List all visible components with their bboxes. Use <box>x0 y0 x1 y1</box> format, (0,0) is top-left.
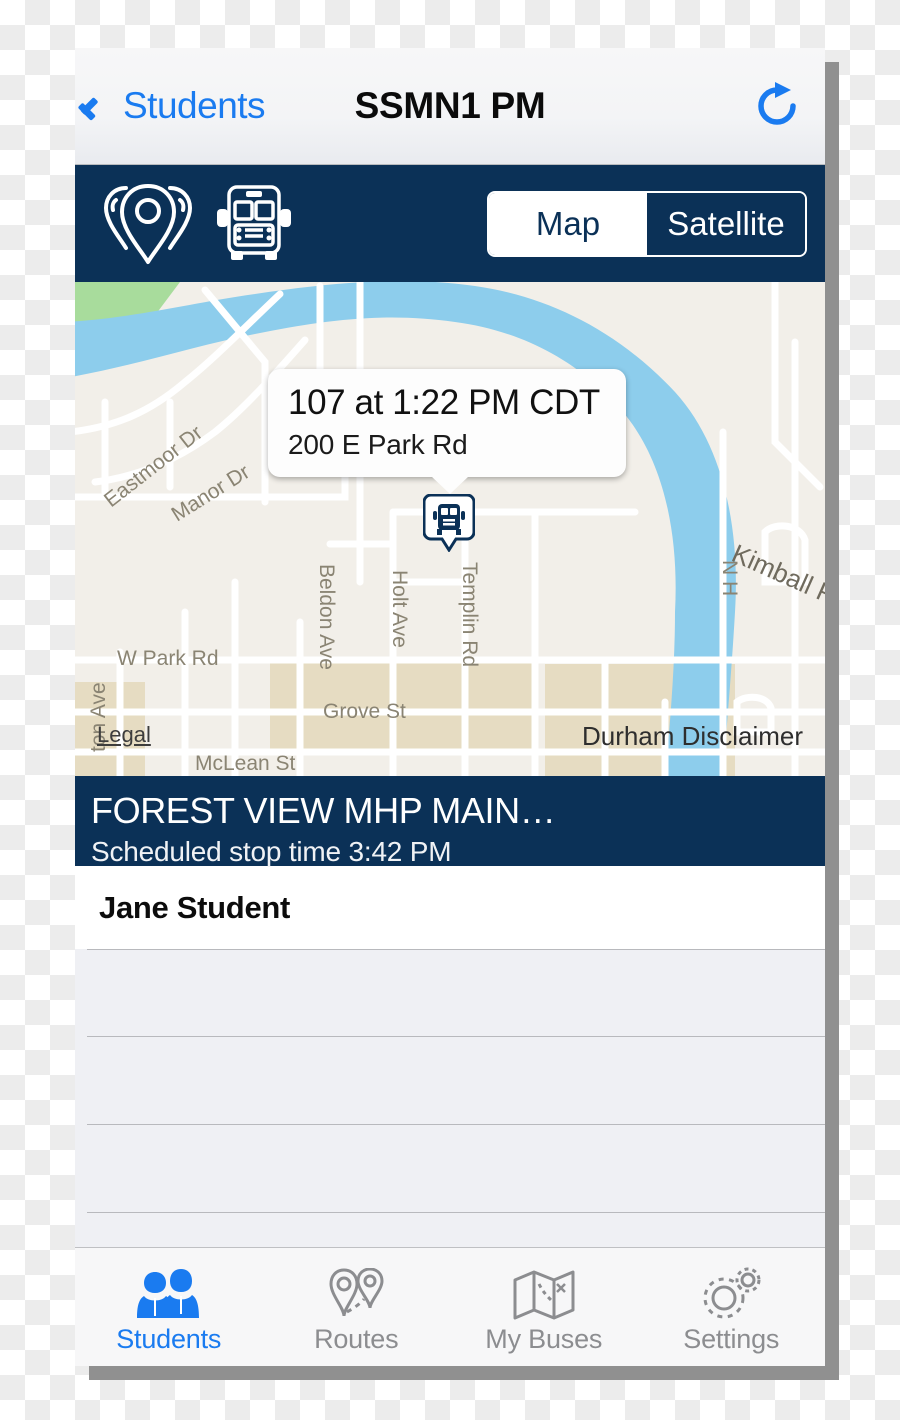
street-label: Holt Ave <box>388 570 411 648</box>
navigation-bar: Students SSMN1 PM <box>75 48 825 165</box>
street-label: Templin Rd <box>458 562 481 667</box>
tab-students[interactable]: Students <box>75 1248 263 1366</box>
map-view[interactable]: Eastmoor Dr Manor Dr Beldon Ave Holt Ave… <box>75 282 825 776</box>
street-label: W Park Rd <box>117 647 219 670</box>
map-type-segmented-control[interactable]: Map Satellite <box>487 190 807 257</box>
tab-my-buses[interactable]: My Buses <box>450 1248 638 1366</box>
map-disclaimer: Durham Disclaimer <box>581 721 803 751</box>
empty-list-row <box>87 1125 825 1213</box>
map-pins-icon <box>104 183 192 264</box>
street-label: Beldon Ave <box>315 564 338 670</box>
stop-name: FOREST VIEW MHP MAIN… <box>91 790 556 831</box>
callout-title: 107 at 1:22 PM CDT <box>288 383 600 422</box>
bus-marker[interactable] <box>422 493 476 553</box>
segment-map[interactable]: Map <box>489 192 647 255</box>
tab-label: My Buses <box>485 1323 603 1354</box>
students-icon <box>136 1266 201 1320</box>
tab-label: Settings <box>683 1323 780 1354</box>
gears-icon <box>700 1266 762 1320</box>
student-name: Jane Student <box>99 889 291 925</box>
empty-list-row <box>87 1037 825 1125</box>
tab-routes[interactable]: Routes <box>263 1248 451 1366</box>
tab-bar: Students Routes My Buses Settings <box>75 1247 825 1366</box>
map-pins-button[interactable] <box>93 181 203 267</box>
stop-scheduled-time: Scheduled stop time 3:42 PM <box>91 836 452 867</box>
tab-label: Routes <box>314 1323 399 1354</box>
refresh-button[interactable] <box>751 80 803 132</box>
school-bus-icon <box>217 184 291 260</box>
refresh-icon <box>758 82 796 125</box>
stop-header: FOREST VIEW MHP MAIN… Scheduled stop tim… <box>75 776 825 867</box>
student-list: Jane Student <box>75 866 825 1287</box>
street-label: Grove St <box>323 700 406 723</box>
tab-settings[interactable]: Settings <box>638 1248 826 1366</box>
page-title: SSMN1 PM <box>354 85 546 126</box>
bus-location-callout[interactable]: 107 at 1:22 PM CDT 200 E Park Rd <box>268 369 626 494</box>
callout-subtitle: 200 E Park Rd <box>288 429 468 460</box>
folded-map-icon <box>513 1266 575 1320</box>
bus-marker-icon <box>422 493 476 553</box>
street-label: McLean St <box>195 752 296 775</box>
list-item[interactable]: Jane Student <box>75 866 825 949</box>
tab-label: Students <box>116 1323 222 1354</box>
map-toolbar: Map Satellite <box>75 165 825 282</box>
segment-satellite[interactable]: Satellite <box>647 192 805 255</box>
bus-view-button[interactable] <box>211 181 297 267</box>
phone-frame-shadow-bottom <box>89 1366 839 1380</box>
routes-pins-icon <box>328 1266 384 1320</box>
empty-list-row <box>87 949 825 1037</box>
phone-frame-shadow-right <box>825 62 839 1380</box>
legal-link[interactable]: Legal <box>97 722 151 748</box>
phone-screen: Students SSMN1 PM Map Satellite Eastmoor… <box>75 48 825 1366</box>
